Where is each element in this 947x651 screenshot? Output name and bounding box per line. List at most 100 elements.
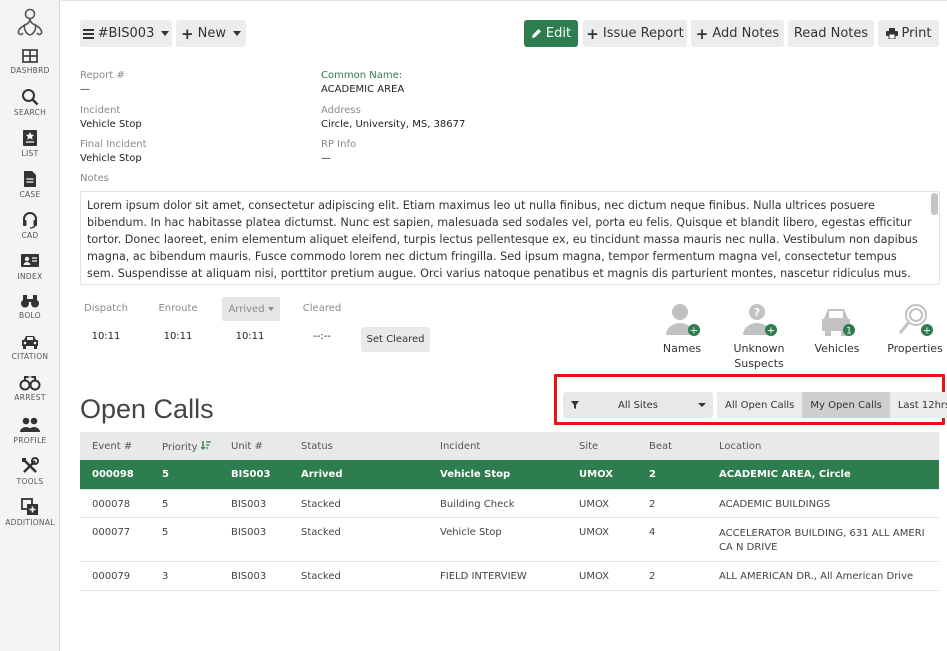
notes-textarea[interactable]: Lorem ipsum dolor sit amet, consectetur … bbox=[80, 191, 940, 285]
enroute-label: Enroute bbox=[158, 303, 198, 314]
sidebar-item-search[interactable]: SEARCH bbox=[0, 88, 60, 117]
sidebar-item-dashboard[interactable]: DASHBRD bbox=[0, 48, 60, 75]
menu-icon bbox=[82, 28, 94, 39]
arrived-dropdown[interactable]: Arrived bbox=[222, 297, 280, 321]
sidebar-item-case[interactable]: CASE bbox=[0, 170, 60, 199]
unit-menu-button[interactable]: #BIS003 bbox=[80, 20, 172, 47]
index-icon bbox=[21, 254, 39, 267]
unknown-person-icon: ? + bbox=[743, 304, 777, 337]
edit-label: Edit bbox=[545, 26, 572, 41]
people-icon bbox=[20, 417, 40, 432]
suspects-badge: + bbox=[767, 326, 775, 337]
sidebar-item-index[interactable]: INDEX bbox=[0, 252, 60, 281]
cleared-label: Cleared bbox=[302, 303, 342, 314]
table-row[interactable]: 000079 3 BIS003 Stacked FIELD INTERVIEW … bbox=[80, 561, 939, 590]
search-icon bbox=[22, 89, 39, 106]
new-menu-label: New bbox=[197, 26, 226, 41]
sidebar-item-label: CASE bbox=[19, 190, 41, 199]
open-calls-filters: All Sites All Open Calls My Open Calls L… bbox=[563, 392, 947, 418]
app-logo-icon[interactable] bbox=[13, 8, 47, 38]
sidebar-item-profile[interactable]: PROFILE bbox=[0, 416, 60, 445]
properties-badge: + bbox=[923, 326, 931, 337]
cell-beat: 2 bbox=[649, 570, 656, 582]
plus-icon: + bbox=[181, 24, 194, 43]
unit-menu-label: #BIS003 bbox=[97, 26, 155, 41]
rp-info-label: RP Info bbox=[321, 139, 357, 150]
tools-icon bbox=[22, 457, 39, 473]
col-priority[interactable]: Priority bbox=[150, 432, 219, 460]
dispatch-label: Dispatch bbox=[84, 303, 128, 314]
handcuffs-icon bbox=[19, 376, 41, 391]
additional-icon bbox=[21, 498, 38, 515]
table-header-row: Event # Priority Unit # Status Incident … bbox=[80, 432, 939, 460]
properties-link[interactable]: + Properties bbox=[885, 301, 945, 356]
sidebar-item-arrest[interactable]: ARREST bbox=[0, 375, 60, 402]
notes-label: Notes bbox=[80, 173, 109, 184]
col-location[interactable]: Location bbox=[707, 432, 939, 460]
new-menu-button[interactable]: + New bbox=[176, 20, 246, 47]
cell-location: ALL AMERICAN DR., All American Drive bbox=[719, 570, 914, 582]
table-row[interactable]: 000098 5 BIS003 Arrived Vehicle Stop UMO… bbox=[80, 460, 939, 489]
set-cleared-button[interactable]: Set Cleared bbox=[361, 327, 430, 352]
table-row[interactable]: 000078 5 BIS003 Stacked Building Check U… bbox=[80, 489, 939, 517]
sidebar: DASHBRD SEARCH LIST CASE CAD INDEX BOLO … bbox=[0, 0, 60, 651]
add-notes-button[interactable]: + Add Notes bbox=[691, 20, 784, 47]
sidebar-item-additional[interactable]: ADDITIONAL bbox=[0, 498, 60, 527]
case-icon bbox=[24, 171, 36, 187]
main-content: #BIS003 + New Edit + Issue Report + Add … bbox=[61, 0, 947, 651]
unknown-suspects-link[interactable]: ? + Unknown Suspects bbox=[727, 301, 791, 371]
vehicles-label: Vehicles bbox=[814, 342, 860, 355]
vehicles-link[interactable]: 1 Vehicles bbox=[809, 301, 865, 356]
cell-priority: 5 bbox=[162, 469, 169, 480]
cell-event: 000077 bbox=[92, 526, 131, 538]
incident-label: Incident bbox=[80, 105, 121, 116]
notes-scrollbar[interactable] bbox=[931, 193, 938, 215]
open-calls-title: Open Calls bbox=[80, 394, 214, 424]
filter-my-open-calls[interactable]: My Open Calls bbox=[802, 392, 890, 418]
site-filter-select[interactable]: All Sites bbox=[563, 392, 713, 418]
names-link[interactable]: + Names bbox=[655, 301, 709, 356]
cell-site: UMOX bbox=[579, 526, 610, 538]
cell-status: Stacked bbox=[301, 570, 341, 582]
report-number-label: Report # bbox=[80, 70, 125, 81]
filter-last-12hrs[interactable]: Last 12hrs bbox=[889, 392, 947, 418]
cell-incident: Building Check bbox=[440, 498, 515, 510]
sidebar-item-tools[interactable]: TOOLS bbox=[0, 457, 60, 486]
cell-location: ACADEMIC BUILDINGS bbox=[719, 498, 831, 510]
col-status[interactable]: Status bbox=[289, 432, 428, 460]
edit-button[interactable]: Edit bbox=[524, 20, 578, 47]
read-notes-button[interactable]: Read Notes bbox=[788, 20, 874, 47]
col-event[interactable]: Event # bbox=[80, 432, 150, 460]
cell-beat: 2 bbox=[649, 469, 656, 480]
plus-icon: + bbox=[695, 24, 709, 43]
col-site[interactable]: Site bbox=[567, 432, 637, 460]
sidebar-item-bolo[interactable]: BOLO bbox=[0, 293, 60, 320]
sidebar-item-label: BOLO bbox=[19, 311, 41, 320]
table-row[interactable]: 000077 5 BIS003 Stacked Vehicle Stop UMO… bbox=[80, 517, 939, 561]
list-icon bbox=[23, 130, 37, 146]
print-button[interactable]: Print bbox=[878, 20, 939, 47]
chevron-down-icon bbox=[698, 403, 706, 407]
col-unit[interactable]: Unit # bbox=[219, 432, 289, 460]
col-incident[interactable]: Incident bbox=[428, 432, 567, 460]
chevron-down-icon bbox=[267, 307, 274, 311]
cell-unit: BIS003 bbox=[231, 469, 271, 480]
common-name-label: Common Name: bbox=[321, 70, 403, 81]
filter-all-open-calls[interactable]: All Open Calls bbox=[717, 392, 803, 418]
issue-report-button[interactable]: + Issue Report bbox=[583, 20, 687, 47]
sidebar-item-label: CAD bbox=[21, 231, 39, 240]
sidebar-item-label: INDEX bbox=[17, 272, 43, 281]
cell-location: ACCELERATOR BUILDING, 631 ALL AMERICA N … bbox=[719, 527, 925, 553]
col-beat[interactable]: Beat bbox=[637, 432, 707, 460]
cell-site: UMOX bbox=[579, 469, 613, 480]
sidebar-item-label: SEARCH bbox=[13, 108, 47, 117]
cell-event: 000098 bbox=[92, 469, 134, 480]
sidebar-item-citation[interactable]: CITATION bbox=[0, 334, 60, 361]
sidebar-item-label: TOOLS bbox=[16, 477, 44, 486]
cell-location: ACADEMIC AREA, Circle bbox=[719, 469, 851, 480]
cell-priority: 3 bbox=[162, 570, 169, 582]
svg-text:?: ? bbox=[754, 306, 760, 319]
issue-report-label: Issue Report bbox=[602, 26, 684, 41]
sidebar-item-list[interactable]: LIST bbox=[0, 129, 60, 158]
sidebar-item-cad[interactable]: CAD bbox=[0, 211, 60, 240]
